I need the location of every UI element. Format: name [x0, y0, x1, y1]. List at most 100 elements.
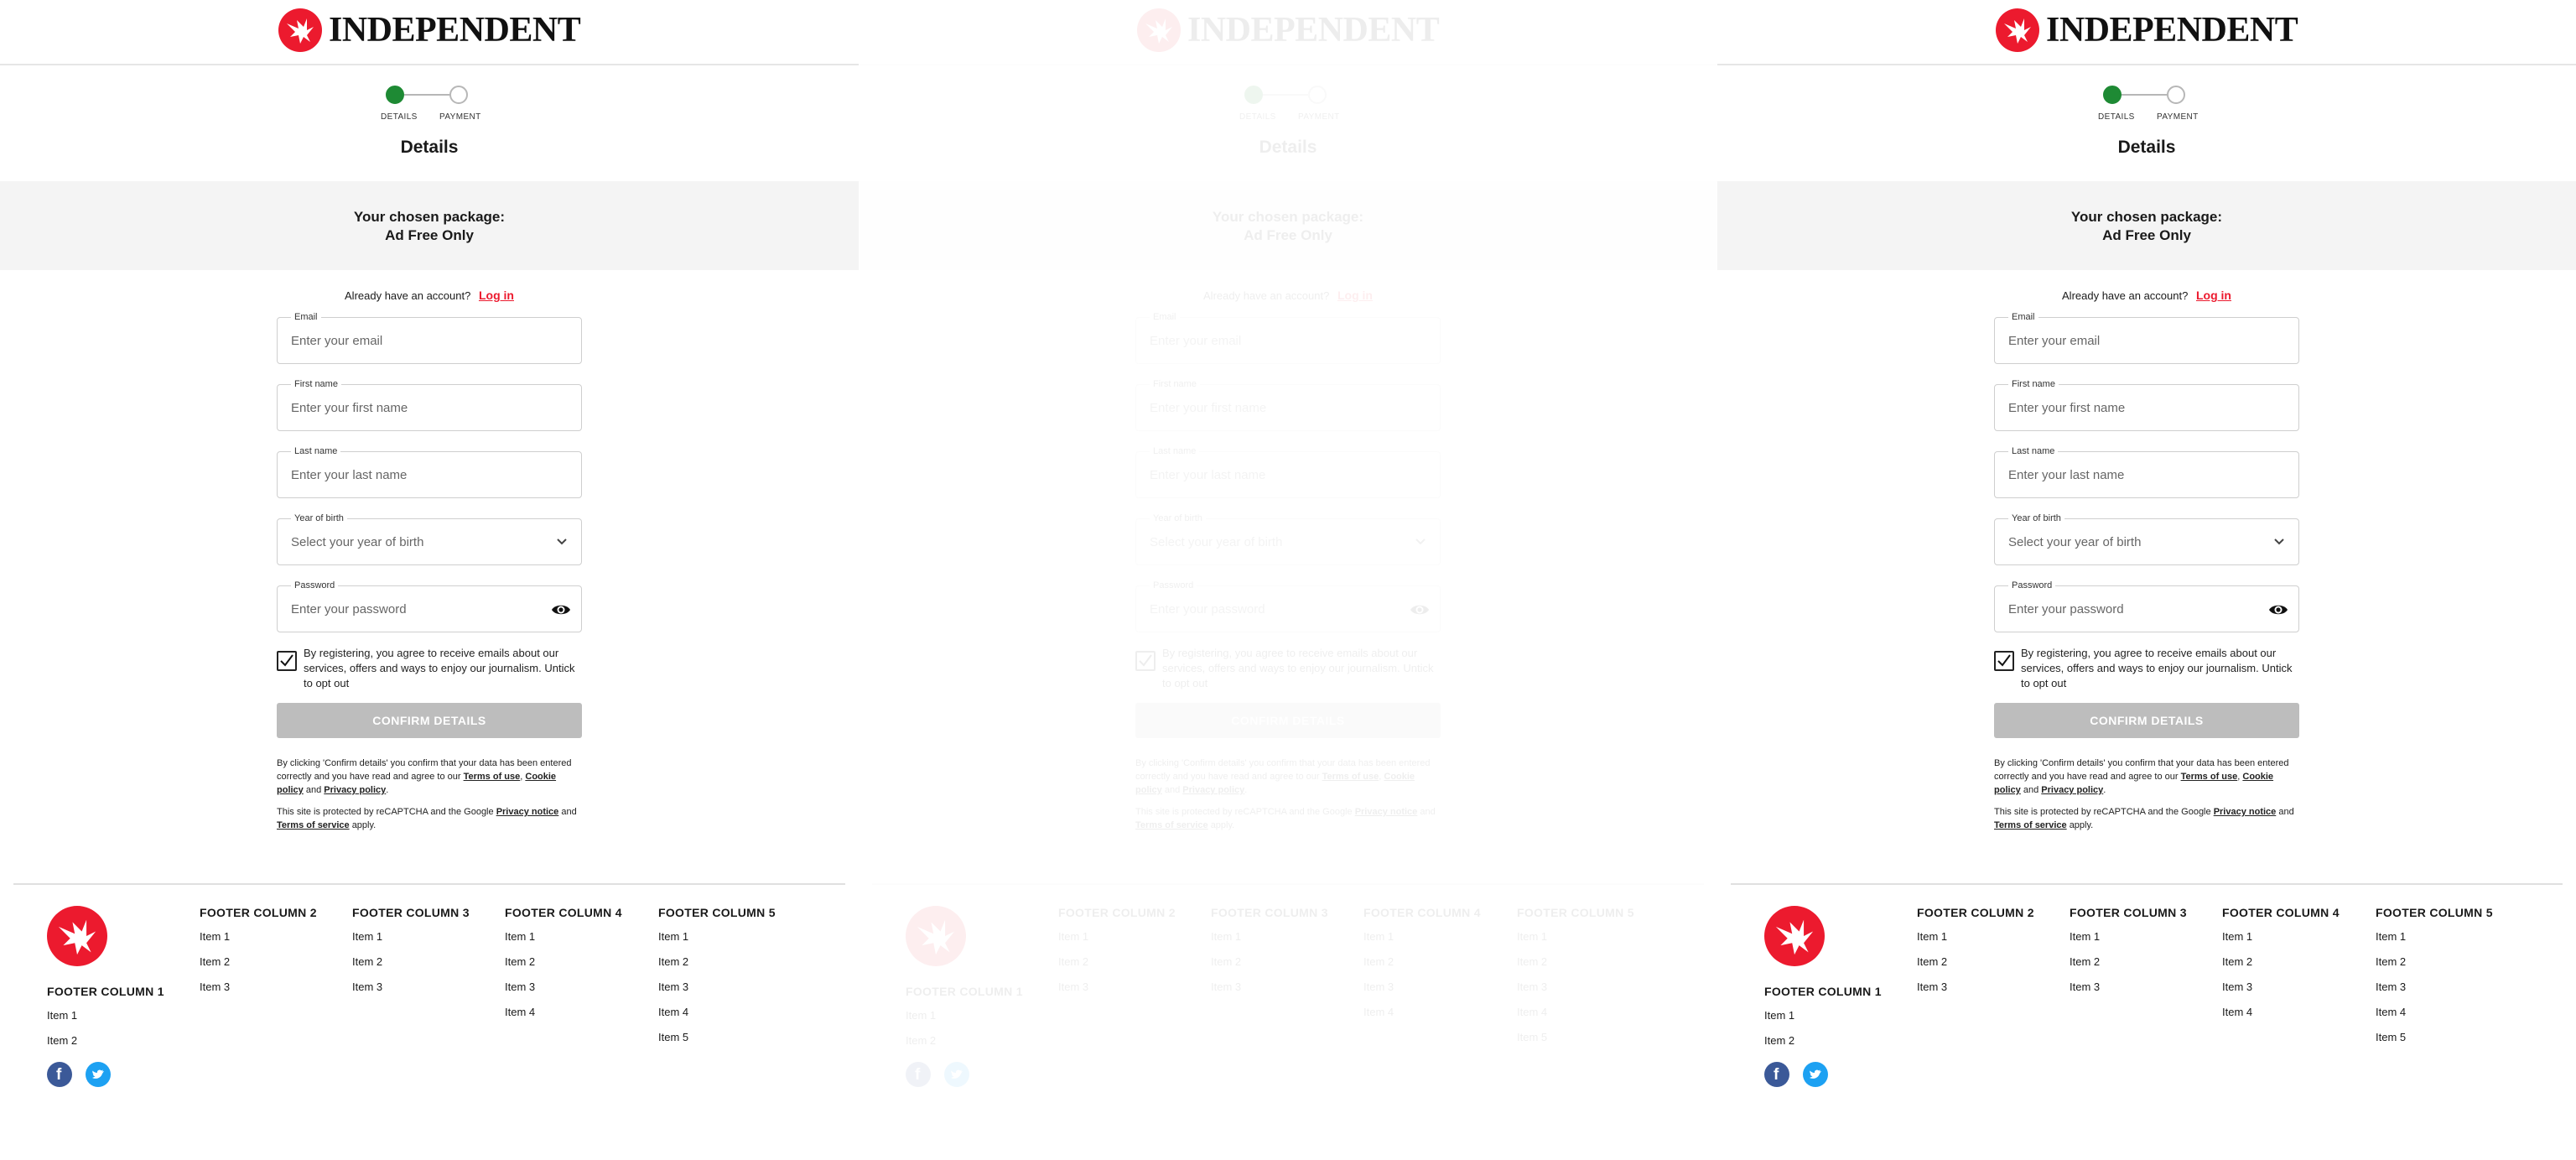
last-name-field[interactable]: Last name Enter your last name	[277, 445, 582, 498]
footer-link[interactable]: Item 1	[47, 1008, 164, 1023]
footer-link[interactable]: Item 3	[200, 980, 317, 995]
footer-link[interactable]: Item 5	[2376, 1030, 2493, 1045]
eagle-logo-icon[interactable]	[1764, 906, 1825, 966]
footer-link[interactable]: Item 3	[1211, 980, 1328, 995]
twitter-icon[interactable]	[86, 1062, 111, 1087]
footer-link[interactable]: Item 3	[2376, 980, 2493, 995]
year-of-birth-select[interactable]: Year of birth Select your year of birth	[1135, 512, 1441, 565]
footer-link[interactable]: Item 1	[2222, 929, 2340, 944]
footer-link[interactable]: Item 3	[2070, 980, 2187, 995]
facebook-icon[interactable]: f	[47, 1062, 72, 1087]
first-name-field[interactable]: First name Enter your first name	[1135, 378, 1441, 431]
password-field[interactable]: Password Enter your password	[1994, 580, 2299, 632]
footer-link[interactable]: Item 3	[505, 980, 622, 995]
privacy-notice-link[interactable]: Privacy notice	[496, 807, 559, 817]
consent-checkbox[interactable]	[1994, 651, 2014, 671]
footer-link[interactable]: Item 2	[1211, 955, 1328, 970]
footer-link[interactable]: Item 2	[658, 955, 776, 970]
consent-checkbox[interactable]	[277, 651, 297, 671]
password-field[interactable]: Password Enter your password	[1135, 580, 1441, 632]
footer-link[interactable]: Item 1	[1211, 929, 1328, 944]
confirm-details-button[interactable]: CONFIRM DETAILS	[1994, 703, 2299, 738]
email-field[interactable]: Email Enter your email	[1135, 311, 1441, 364]
footer-link[interactable]: Item 1	[1363, 929, 1481, 944]
site-logo[interactable]: INDEPENDENT	[1137, 8, 1440, 52]
footer-link[interactable]: Item 4	[505, 1005, 622, 1020]
footer-link[interactable]: Item 2	[1517, 955, 1634, 970]
footer-link[interactable]: Item 1	[658, 929, 776, 944]
footer-link[interactable]: Item 1	[1517, 929, 1634, 944]
last-name-field[interactable]: Last name Enter your last name	[1994, 445, 2299, 498]
privacy-notice-link[interactable]: Privacy notice	[2214, 807, 2277, 817]
footer-link[interactable]: Item 2	[2222, 955, 2340, 970]
site-logo[interactable]: INDEPENDENT	[278, 8, 581, 52]
footer-link[interactable]: Item 3	[1363, 980, 1481, 995]
email-field[interactable]: Email Enter your email	[277, 311, 582, 364]
footer-link[interactable]: Item 2	[505, 955, 622, 970]
first-name-field[interactable]: First name Enter your first name	[277, 378, 582, 431]
privacy-notice-link[interactable]: Privacy notice	[1355, 807, 1418, 817]
footer-link[interactable]: Item 3	[1917, 980, 2034, 995]
confirm-details-button[interactable]: CONFIRM DETAILS	[1135, 703, 1441, 738]
password-field[interactable]: Password Enter your password	[277, 580, 582, 632]
footer-link[interactable]: Item 2	[47, 1033, 164, 1048]
terms-of-use-link[interactable]: Terms of use	[1322, 772, 1379, 782]
email-field[interactable]: Email Enter your email	[1994, 311, 2299, 364]
footer-link[interactable]: Item 1	[200, 929, 317, 944]
footer-link[interactable]: Item 3	[1058, 980, 1176, 995]
footer-link[interactable]: Item 2	[1363, 955, 1481, 970]
footer-link[interactable]: Item 1	[505, 929, 622, 944]
eagle-logo-icon[interactable]	[906, 906, 966, 966]
footer-link[interactable]: Item 3	[352, 980, 470, 995]
twitter-icon[interactable]	[1803, 1062, 1828, 1087]
login-link[interactable]: Log in	[2196, 289, 2231, 302]
footer-link[interactable]: Item 2	[1764, 1033, 1882, 1048]
footer-link[interactable]: Item 1	[352, 929, 470, 944]
terms-of-use-link[interactable]: Terms of use	[464, 772, 521, 782]
show-password-eye-icon[interactable]	[1410, 601, 1430, 623]
facebook-icon[interactable]: f	[1764, 1062, 1789, 1087]
footer-link[interactable]: Item 1	[1058, 929, 1176, 944]
login-link[interactable]: Log in	[1337, 289, 1373, 302]
show-password-eye-icon[interactable]	[2268, 601, 2288, 623]
show-password-eye-icon[interactable]	[551, 601, 571, 623]
privacy-policy-link[interactable]: Privacy policy	[1182, 785, 1244, 795]
footer-link[interactable]: Item 2	[200, 955, 317, 970]
footer-link[interactable]: Item 4	[1517, 1005, 1634, 1020]
login-link[interactable]: Log in	[479, 289, 514, 302]
footer-link[interactable]: Item 3	[2222, 980, 2340, 995]
footer-link[interactable]: Item 2	[352, 955, 470, 970]
footer-link[interactable]: Item 2	[1917, 955, 2034, 970]
eagle-logo-icon[interactable]	[47, 906, 107, 966]
consent-checkbox[interactable]	[1135, 651, 1156, 671]
footer-link[interactable]: Item 4	[2222, 1005, 2340, 1020]
footer-link[interactable]: Item 3	[658, 980, 776, 995]
year-of-birth-select[interactable]: Year of birth Select your year of birth	[277, 512, 582, 565]
year-of-birth-select[interactable]: Year of birth Select your year of birth	[1994, 512, 2299, 565]
footer-link[interactable]: Item 4	[658, 1005, 776, 1020]
privacy-policy-link[interactable]: Privacy policy	[2041, 785, 2103, 795]
footer-link[interactable]: Item 2	[2070, 955, 2187, 970]
terms-of-service-link[interactable]: Terms of service	[1135, 820, 1208, 830]
site-logo[interactable]: INDEPENDENT	[1996, 8, 2298, 52]
footer-link[interactable]: Item 3	[1517, 980, 1634, 995]
footer-link[interactable]: Item 1	[906, 1008, 1023, 1023]
terms-of-use-link[interactable]: Terms of use	[2181, 772, 2238, 782]
last-name-field[interactable]: Last name Enter your last name	[1135, 445, 1441, 498]
footer-link[interactable]: Item 1	[1764, 1008, 1882, 1023]
footer-link[interactable]: Item 2	[906, 1033, 1023, 1048]
footer-link[interactable]: Item 4	[2376, 1005, 2493, 1020]
facebook-icon[interactable]: f	[906, 1062, 931, 1087]
footer-link[interactable]: Item 2	[2376, 955, 2493, 970]
footer-link[interactable]: Item 2	[1058, 955, 1176, 970]
first-name-field[interactable]: First name Enter your first name	[1994, 378, 2299, 431]
confirm-details-button[interactable]: CONFIRM DETAILS	[277, 703, 582, 738]
twitter-icon[interactable]	[944, 1062, 969, 1087]
footer-link[interactable]: Item 1	[2376, 929, 2493, 944]
footer-link[interactable]: Item 1	[1917, 929, 2034, 944]
footer-link[interactable]: Item 4	[1363, 1005, 1481, 1020]
footer-link[interactable]: Item 5	[658, 1030, 776, 1045]
privacy-policy-link[interactable]: Privacy policy	[324, 785, 386, 795]
footer-link[interactable]: Item 5	[1517, 1030, 1634, 1045]
terms-of-service-link[interactable]: Terms of service	[277, 820, 350, 830]
